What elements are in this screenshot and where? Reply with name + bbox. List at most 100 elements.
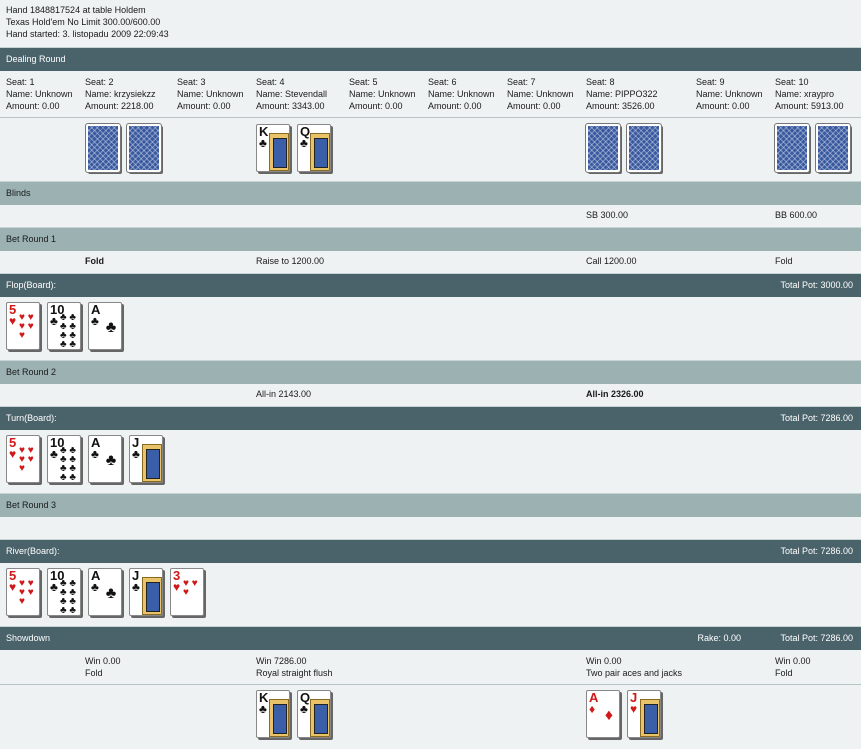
bet1-seat8-action: Call 1200.00: [586, 256, 637, 266]
club-icon: ♣: [132, 447, 140, 461]
face-card-art: [310, 133, 330, 171]
bet1-seat2-action: Fold: [85, 256, 104, 266]
section-title: Flop(Board):: [6, 280, 57, 290]
club-icon: ♣: [259, 136, 267, 150]
divider: [0, 684, 861, 685]
hand-result: Royal straight flush: [256, 668, 333, 678]
club-icon: ♣: [91, 580, 99, 594]
seat-seat: Seat: 4: [256, 77, 285, 87]
face-card-art: [142, 577, 162, 615]
seat-name: Name: PIPPO322: [586, 89, 658, 99]
playing-card: 10♣♣ ♣ ♣ ♣ ♣ ♣ ♣ ♣ ♣ ♣: [47, 435, 81, 483]
seat-name: Name: Unknown: [696, 89, 763, 99]
seat-amount: Amount: 0.00: [507, 101, 561, 111]
face-card-art: [640, 699, 660, 737]
seat-seat: Seat: 6: [428, 77, 457, 87]
section-dealing-round: Dealing Round: [0, 47, 861, 71]
section-flop: Flop(Board): Total Pot: 3000.00: [0, 273, 861, 297]
seat-seat: Seat: 5: [349, 77, 378, 87]
heart-icon: ♥: [9, 447, 17, 461]
playing-card: 10♣♣ ♣ ♣ ♣ ♣ ♣ ♣ ♣ ♣ ♣: [47, 302, 81, 350]
seat-seat: Seat: 2: [85, 77, 114, 87]
card-pips: ♥ ♥ ♥ ♥ ♥: [19, 578, 34, 607]
diamond-icon: ♦: [589, 702, 596, 716]
club-icon: ♣: [132, 580, 140, 594]
hand-result: Fold: [85, 668, 103, 678]
showdown-seat8: Win 0.00 Two pair aces and jacks: [586, 655, 682, 679]
game-type-line: Texas Hold'em No Limit 300.00/600.00: [6, 17, 161, 27]
heart-icon: ♥: [630, 702, 638, 716]
showdown-total-pot: Total Pot: 7286.00: [780, 633, 853, 643]
club-icon: ♣: [50, 447, 58, 461]
playing-card: Q ♣: [297, 124, 331, 172]
seat-name: Name: Unknown: [349, 89, 416, 99]
blind-sb: SB 300.00: [586, 210, 629, 220]
playing-card: 5 ♥ ♥ ♥ ♥ ♥ ♥: [6, 435, 40, 483]
club-icon: ♣: [50, 580, 58, 594]
seat-3-info: Seat: 3 Name: Unknown Amount: 0.00: [177, 76, 244, 112]
playing-card: A ♣ ♣: [88, 435, 122, 483]
section-showdown: Showdown Rake: 0.00 Total Pot: 7286.00: [0, 626, 861, 650]
card-back: [585, 123, 621, 173]
seat-1-info: Seat: 1 Name: Unknown Amount: 0.00: [6, 76, 73, 112]
win-amount: Win 0.00: [775, 656, 811, 666]
seat-10-info: Seat: 10 Name: xraypro Amount: 5913.00: [775, 76, 844, 112]
card-pips: ♥ ♥ ♥ ♥ ♥: [19, 312, 34, 341]
seat-seat: Seat: 9: [696, 77, 725, 87]
blind-bb: BB 600.00: [775, 210, 818, 220]
seat-6-info: Seat: 6 Name: Unknown Amount: 0.00: [428, 76, 495, 112]
face-card-art: [269, 133, 289, 171]
seat-seat: Seat: 3: [177, 77, 206, 87]
rake-amount: Rake: 0.00: [697, 633, 741, 643]
playing-card: 5 ♥ ♥ ♥ ♥ ♥ ♥: [6, 302, 40, 350]
hand-start-line: Hand started: 3. listopadu 2009 22:09:43: [6, 29, 169, 39]
seat-name: Name: krzysiekzz: [85, 89, 156, 99]
card-pips: ♥ ♥ ♥: [183, 578, 198, 598]
section-bet-round-1: Bet Round 1: [0, 227, 861, 251]
seat-2-info: Seat: 2 Name: krzysiekzz Amount: 2218.00: [85, 76, 156, 112]
club-icon: ♣: [300, 702, 308, 716]
card-back: [815, 123, 851, 173]
flop-total-pot: Total Pot: 3000.00: [780, 280, 853, 290]
section-title: Dealing Round: [6, 54, 66, 64]
playing-card: K ♣: [256, 124, 290, 172]
seat-name: Name: Unknown: [507, 89, 574, 99]
seat-seat: Seat: 10: [775, 77, 809, 87]
club-icon: ♣: [50, 314, 58, 328]
showdown-seat2: Win 0.00 Fold: [85, 655, 121, 679]
card-pips: ♣ ♣ ♣ ♣ ♣ ♣ ♣ ♣ ♣ ♣: [60, 312, 76, 350]
section-title: Blinds: [6, 188, 31, 198]
seat-9-info: Seat: 9 Name: Unknown Amount: 0.00: [696, 76, 763, 112]
card-pips: ♣ ♣ ♣ ♣ ♣ ♣ ♣ ♣ ♣ ♣: [60, 445, 76, 483]
face-card-art: [310, 699, 330, 737]
playing-card: 10♣♣ ♣ ♣ ♣ ♣ ♣ ♣ ♣ ♣ ♣: [47, 568, 81, 616]
seat-seat: Seat: 8: [586, 77, 615, 87]
section-river: River(Board): Total Pot: 7286.00: [0, 539, 861, 563]
seat-amount: Amount: 0.00: [696, 101, 750, 111]
playing-card: J ♣: [129, 568, 163, 616]
seat-amount: Amount: 5913.00: [775, 101, 844, 111]
hand-header: Hand 1848817524 at table Holdem Texas Ho…: [6, 4, 169, 40]
card-pips: ♣ ♣ ♣ ♣ ♣ ♣ ♣ ♣ ♣ ♣: [60, 578, 76, 616]
seat-4-info: Seat: 4 Name: Stevendall Amount: 3343.00: [256, 76, 327, 112]
club-icon: ♣: [91, 447, 99, 461]
card-pips: ♦: [604, 707, 614, 724]
section-blinds: Blinds: [0, 181, 861, 205]
divider: [0, 117, 861, 118]
section-title: Bet Round 2: [6, 367, 57, 377]
section-title: Bet Round 3: [6, 500, 57, 510]
section-title: Turn(Board):: [6, 413, 57, 423]
section-bet-round-3: Bet Round 3: [0, 493, 861, 517]
bet2-seat8-action: All-in 2326.00: [586, 389, 644, 399]
playing-card: K ♣: [256, 690, 290, 738]
seat-amount: Amount: 2218.00: [85, 101, 154, 111]
hand-result: Fold: [775, 668, 793, 678]
playing-card: J ♣: [129, 435, 163, 483]
showdown-seat10: Win 0.00 Fold: [775, 655, 811, 679]
playing-card: J ♥: [627, 690, 661, 738]
bet2-seat4-action: All-in 2143.00: [256, 389, 312, 399]
section-title: Bet Round 1: [6, 234, 57, 244]
bet1-seat10-action: Fold: [775, 256, 793, 266]
card-back: [85, 123, 121, 173]
river-total-pot: Total Pot: 7286.00: [780, 546, 853, 556]
